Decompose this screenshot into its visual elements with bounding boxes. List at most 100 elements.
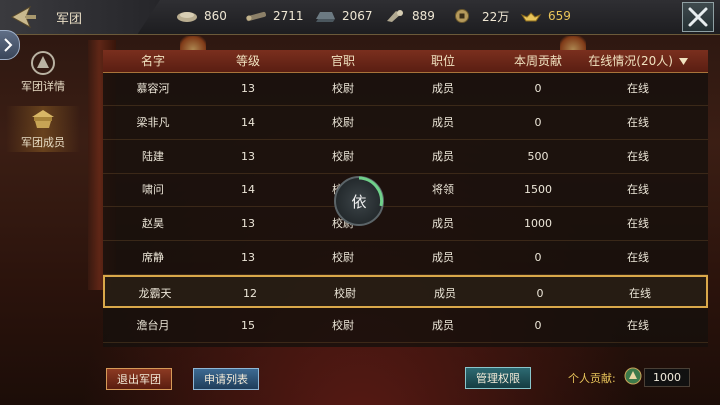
loading-ring-icon [358, 176, 384, 207]
column-header-position: 职位 [430, 54, 455, 68]
page-title: 军团 [56, 12, 83, 27]
cell-weekly-contribution: 0 [536, 286, 544, 300]
resource-silk-value: 889 [412, 9, 435, 23]
cell-position: 成员 [432, 115, 454, 129]
cell-position: 成员 [432, 318, 454, 332]
personal-contribution-label: 个人贡献: [568, 372, 616, 385]
cell-level: 13 [241, 251, 255, 264]
close-button[interactable] [682, 2, 714, 32]
cell-online-status: 在线 [627, 318, 649, 332]
table-row[interactable]: 慕容河 13 校尉 成员 0 在线 [103, 72, 708, 106]
cell-weekly-contribution: 0 [534, 82, 542, 95]
table-row[interactable]: 陆建 13 校尉 成员 500 在线 [103, 140, 708, 174]
cell-weekly-contribution: 0 [534, 318, 542, 332]
cell-online-status: 在线 [627, 217, 649, 231]
cell-position: 将领 [432, 183, 454, 197]
copper-coin-icon [455, 9, 469, 23]
loading-spinner: 依 [334, 176, 384, 226]
cell-level: 13 [241, 82, 255, 95]
personal-contribution-value: 1000 [644, 368, 690, 387]
cell-position: 成员 [432, 217, 454, 231]
cell-weekly-contribution: 1500 [524, 183, 552, 197]
resource-gold-value: 659 [548, 9, 571, 23]
cell-rank: 校尉 [332, 318, 354, 332]
table-row[interactable]: 啸问14校尉将领1500在线 [103, 173, 708, 208]
column-header-weekly-contribution: 本周贡献 [513, 54, 562, 68]
cell-name: 啸问 [142, 183, 164, 197]
resource-wood: 2711 [245, 6, 304, 26]
back-button[interactable] [6, 3, 40, 31]
cell-name: 席静 [142, 251, 164, 264]
silk-icon [387, 10, 403, 22]
resource-iron: 2067 [314, 6, 373, 26]
contribution-token-icon [624, 367, 642, 385]
cell-name: 梁非凡 [136, 115, 170, 129]
resource-food: 860 [176, 6, 227, 26]
column-header-name: 名字 [140, 54, 165, 68]
cell-online-status: 在线 [627, 251, 649, 264]
cell-rank: 校尉 [332, 251, 354, 264]
cell-online-status: 在线 [627, 82, 649, 95]
table-row[interactable]: 席静 13 校尉 成员 0 在线 [103, 241, 708, 275]
cell-level: 13 [241, 149, 255, 163]
cell-weekly-contribution: 0 [534, 251, 542, 264]
members-table: 名字 等级 官职 职位 本周贡献 在线情况(20人) 慕容河 13 校尉 成员 0 在线梁… [103, 50, 708, 347]
cell-weekly-contribution: 500 [527, 149, 549, 163]
tab-legion-details-label: 军团详情 [21, 80, 65, 93]
resource-iron-value: 2067 [342, 9, 373, 23]
application-list-button[interactable]: 申请列表 [193, 368, 259, 390]
exit-legion-button[interactable]: 退出军团 [106, 368, 172, 390]
back-arrow-icon [10, 5, 36, 29]
food-icon [177, 12, 197, 22]
cell-level: 15 [241, 318, 255, 332]
cell-rank: 校尉 [332, 149, 354, 163]
manage-permissions-button[interactable]: 管理权限 [465, 367, 531, 389]
resource-wood-value: 2711 [273, 9, 304, 23]
table-header: 名字 等级 官职 职位 本周贡献 在线情况(20人) [103, 50, 708, 73]
table-row[interactable]: 龙霸天 12 校尉 成员 0 在线 [103, 274, 708, 308]
tab-legion-members-label: 军团成员 [21, 136, 65, 149]
column-header-rank: 官职 [330, 54, 355, 68]
resource-copper-value: 22万 [482, 9, 510, 24]
cell-name: 澹台月 [136, 318, 170, 332]
sort-down-icon [678, 58, 688, 65]
column-header-online-status[interactable]: 在线情况(20人) [583, 50, 693, 72]
cell-position: 成员 [432, 251, 454, 264]
cell-level: 12 [243, 286, 257, 300]
table-row[interactable]: 赵昊 13 校尉 成员 1000 在线 [103, 207, 708, 242]
resource-gold: 659 [520, 6, 571, 26]
resource-silk: 889 [384, 6, 435, 26]
cell-position: 成员 [432, 149, 454, 163]
cell-weekly-contribution: 1000 [524, 217, 552, 231]
cell-position: 成员 [434, 286, 456, 300]
table-row[interactable]: 梁非凡 14 校尉 成员 0 在线 [103, 106, 708, 140]
cell-name: 陆建 [142, 149, 164, 163]
cell-level: 14 [241, 115, 255, 129]
tab-legion-members[interactable]: 军团成员 [6, 106, 80, 152]
legion-members-icon [32, 110, 54, 128]
resource-food-value: 860 [204, 9, 227, 23]
cell-online-status: 在线 [627, 115, 649, 129]
gold-ingot-icon [520, 12, 542, 22]
cell-rank: 校尉 [332, 115, 354, 129]
cell-online-status: 在线 [627, 183, 649, 197]
cell-online-status: 在线 [629, 286, 651, 300]
cell-name: 慕容河 [136, 82, 170, 95]
legion-details-icon [31, 51, 55, 75]
close-icon [688, 7, 708, 27]
iron-icon [316, 12, 335, 22]
cell-name: 龙霸天 [138, 286, 172, 300]
tab-legion-details[interactable]: 军团详情 [6, 50, 80, 96]
top-bar: 军团 860 2711 2067 889 22万 659 [0, 0, 720, 35]
resource-copper: 22万 [454, 6, 509, 26]
online-status-header-label: 在线情况(20人) [588, 54, 673, 68]
cell-level: 13 [241, 217, 255, 231]
column-header-level: 等级 [235, 54, 260, 68]
cell-online-status: 在线 [627, 149, 649, 163]
table-row[interactable]: 澹台月 15 校尉 成员 0 在线 [103, 309, 708, 343]
cell-level: 14 [241, 183, 255, 197]
cell-rank: 校尉 [332, 82, 354, 95]
cell-weekly-contribution: 0 [534, 115, 542, 129]
cell-rank: 校尉 [334, 286, 356, 300]
cell-name: 赵昊 [142, 217, 164, 231]
